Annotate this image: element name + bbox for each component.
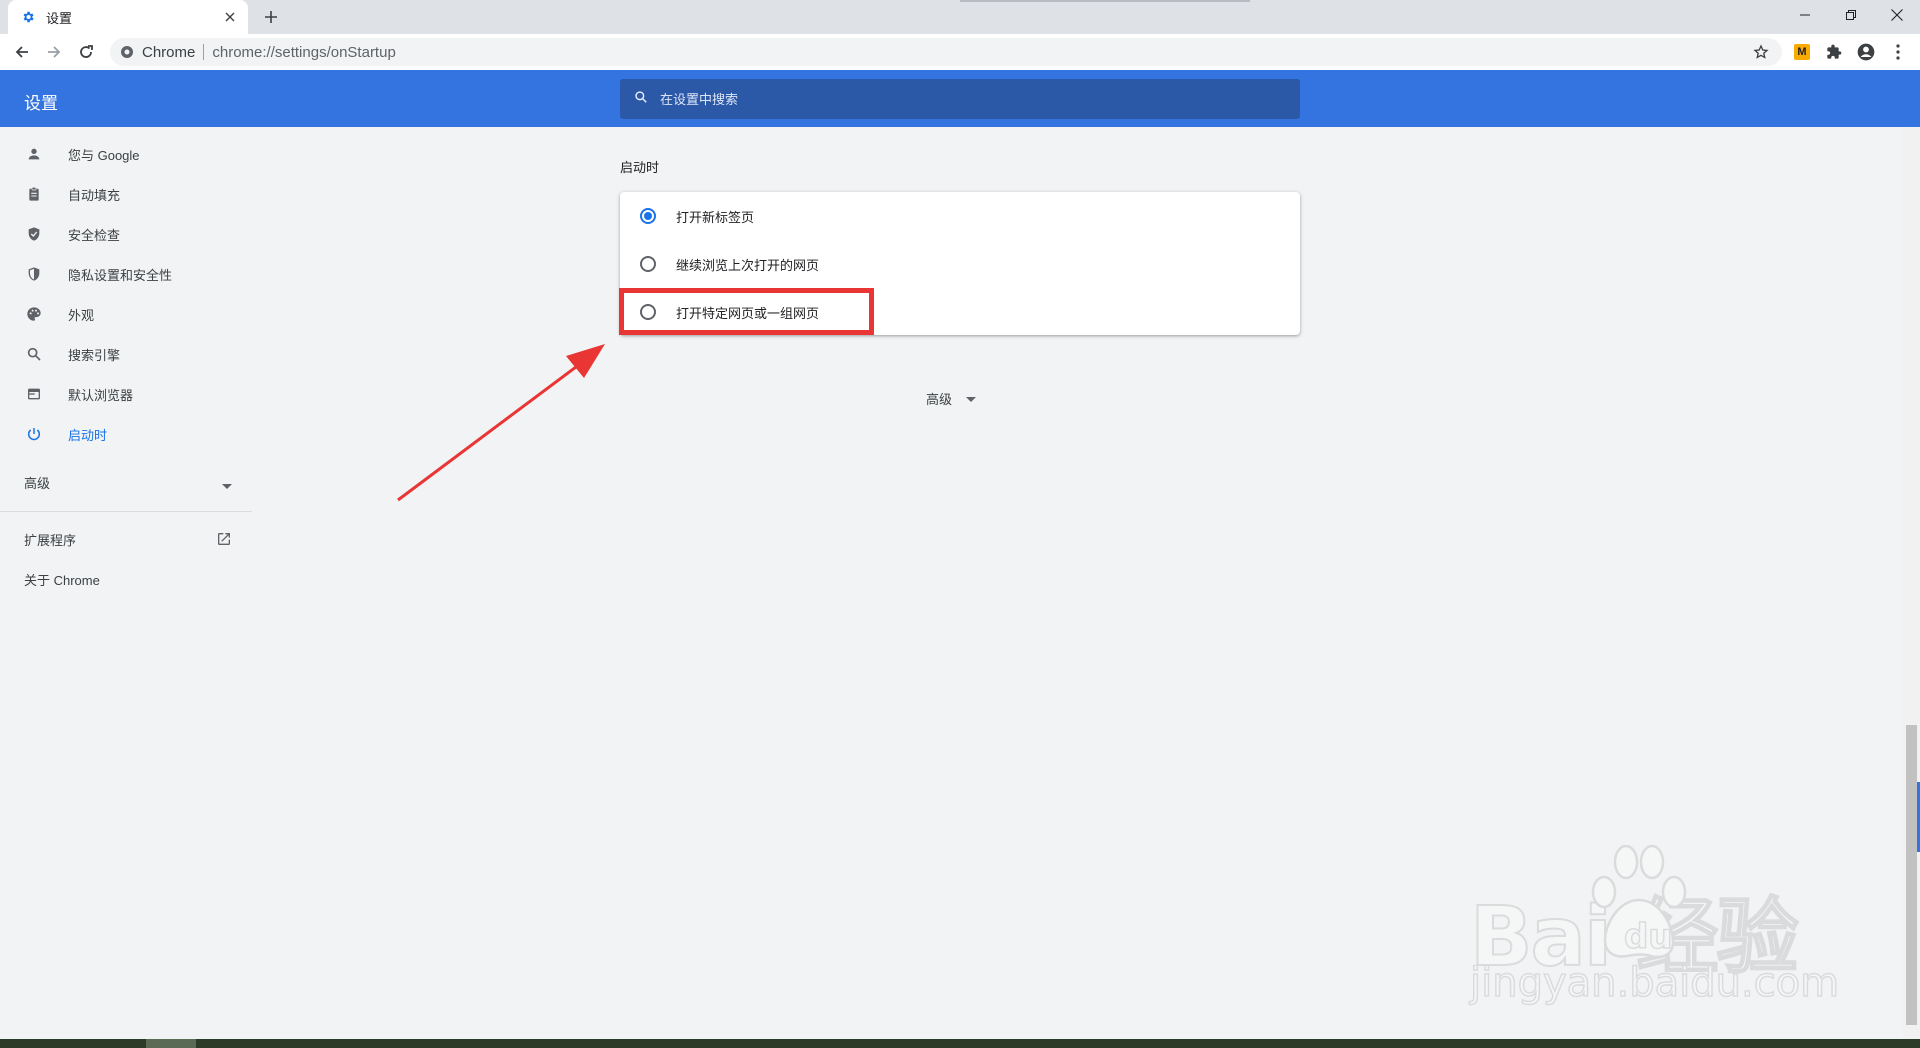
sidebar-item-label: 自动填充 bbox=[68, 187, 121, 203]
sidebar-item-label: 默认浏览器 bbox=[68, 387, 134, 403]
sidebar-advanced-toggle[interactable]: 高级 bbox=[0, 462, 252, 502]
back-button[interactable] bbox=[10, 40, 34, 64]
search-icon bbox=[634, 90, 648, 109]
shield-check-icon bbox=[24, 224, 44, 244]
radio-button-checked[interactable] bbox=[640, 208, 656, 224]
sidebar-item-autofill[interactable]: 自动填充 bbox=[0, 174, 252, 214]
sidebar-item-about-chrome[interactable]: 关于 Chrome bbox=[0, 559, 252, 599]
sidebar-divider bbox=[0, 511, 252, 512]
browser-toolbar: Chrome chrome://settings/onStartup M bbox=[0, 34, 1920, 70]
person-icon bbox=[24, 144, 44, 164]
new-tab-button[interactable] bbox=[260, 6, 282, 28]
radio-option-continue[interactable]: 继续浏览上次打开的网页 bbox=[620, 240, 1300, 288]
caret-down-icon bbox=[966, 391, 977, 406]
radio-button[interactable] bbox=[640, 256, 656, 272]
page-title: 设置 bbox=[24, 94, 58, 113]
annotation-highlight-box bbox=[619, 288, 874, 335]
settings-header: 设置 bbox=[0, 70, 1920, 127]
sidebar-item-extensions[interactable]: 扩展程序 bbox=[0, 519, 252, 559]
annotation-arrow-icon bbox=[397, 344, 605, 502]
close-tab-icon[interactable] bbox=[222, 9, 238, 25]
settings-search[interactable] bbox=[620, 79, 1300, 119]
tab-title: 设置 bbox=[46, 10, 73, 26]
search-icon bbox=[24, 344, 44, 364]
window-edge-shadow bbox=[960, 0, 1250, 2]
browser-icon bbox=[24, 384, 44, 404]
baidu-jingyan-watermark: Bai 经验 du jingyan.baidu.com bbox=[1469, 840, 1840, 1015]
os-taskbar bbox=[0, 1039, 1920, 1048]
taskbar-item[interactable] bbox=[146, 1039, 196, 1048]
sidebar-item-label: 隐私设置和安全性 bbox=[68, 267, 173, 283]
extension-m-icon[interactable]: M bbox=[1790, 40, 1814, 64]
advanced-label: 高级 bbox=[926, 392, 953, 407]
watermark-url: jingyan.baidu.com bbox=[1469, 959, 1840, 1007]
extensions-puzzle-icon[interactable] bbox=[1822, 40, 1846, 64]
profile-avatar-icon[interactable] bbox=[1854, 40, 1878, 64]
settings-sidebar: 您与 Google 自动填充 安全检查 隐私设置和安全性 外观 搜索引擎 默认浏… bbox=[0, 127, 252, 1027]
search-input[interactable] bbox=[660, 91, 1260, 107]
shield-icon bbox=[24, 264, 44, 284]
section-title: 启动时 bbox=[620, 160, 660, 175]
scrollbar-thumb[interactable] bbox=[1906, 725, 1917, 1025]
extension-badge: M bbox=[1794, 44, 1810, 60]
sidebar-item-search-engine[interactable]: 搜索引擎 bbox=[0, 334, 252, 374]
bookmark-star-icon[interactable] bbox=[1752, 43, 1770, 61]
clipboard-icon bbox=[24, 184, 44, 204]
sidebar-item-privacy[interactable]: 隐私设置和安全性 bbox=[0, 254, 252, 294]
radio-option-new-tab[interactable]: 打开新标签页 bbox=[620, 192, 1300, 240]
window-controls bbox=[1782, 0, 1920, 30]
omnibox-separator bbox=[203, 44, 205, 60]
address-bar[interactable]: Chrome chrome://settings/onStartup bbox=[110, 38, 1782, 66]
sidebar-item-label: 安全检查 bbox=[68, 227, 121, 243]
tab-settings[interactable]: 设置 bbox=[8, 0, 248, 34]
minimize-button[interactable] bbox=[1782, 0, 1828, 30]
power-icon bbox=[24, 424, 44, 444]
tab-strip: 设置 bbox=[0, 0, 1920, 34]
menu-kebab-icon[interactable] bbox=[1886, 40, 1910, 64]
gear-icon bbox=[20, 9, 36, 25]
sidebar-item-label: 启动时 bbox=[68, 427, 108, 443]
radio-label: 打开新标签页 bbox=[676, 209, 755, 225]
sidebar-item-on-startup[interactable]: 启动时 bbox=[0, 414, 252, 454]
paw-icon: du bbox=[1591, 844, 1687, 959]
sidebar-about-label: 关于 Chrome bbox=[24, 572, 100, 588]
sidebar-item-label: 您与 Google bbox=[68, 147, 140, 163]
sidebar-extensions-label: 扩展程序 bbox=[24, 532, 77, 548]
omnibox-site-name: Chrome bbox=[142, 43, 196, 61]
advanced-toggle[interactable]: 高级 bbox=[926, 389, 977, 408]
sidebar-item-safety-check[interactable]: 安全检查 bbox=[0, 214, 252, 254]
close-window-button[interactable] bbox=[1874, 0, 1920, 30]
caret-down-icon bbox=[222, 478, 232, 493]
sidebar-item-you-and-google[interactable]: 您与 Google bbox=[0, 134, 252, 174]
chrome-icon bbox=[120, 45, 134, 59]
forward-button[interactable] bbox=[42, 40, 66, 64]
svg-text:du: du bbox=[1624, 917, 1673, 957]
sidebar-advanced-label: 高级 bbox=[24, 475, 51, 491]
radio-label: 继续浏览上次打开的网页 bbox=[676, 257, 820, 273]
sidebar-item-label: 搜索引擎 bbox=[68, 347, 121, 363]
reload-button[interactable] bbox=[74, 40, 98, 64]
sidebar-item-appearance[interactable]: 外观 bbox=[0, 294, 252, 334]
restore-button[interactable] bbox=[1828, 0, 1874, 30]
palette-icon bbox=[24, 304, 44, 324]
open-in-new-icon bbox=[214, 529, 234, 549]
sidebar-item-default-browser[interactable]: 默认浏览器 bbox=[0, 374, 252, 414]
omnibox-url: chrome://settings/onStartup bbox=[212, 43, 396, 61]
page-scrollbar[interactable] bbox=[1903, 127, 1920, 1039]
sidebar-item-label: 外观 bbox=[68, 307, 95, 323]
